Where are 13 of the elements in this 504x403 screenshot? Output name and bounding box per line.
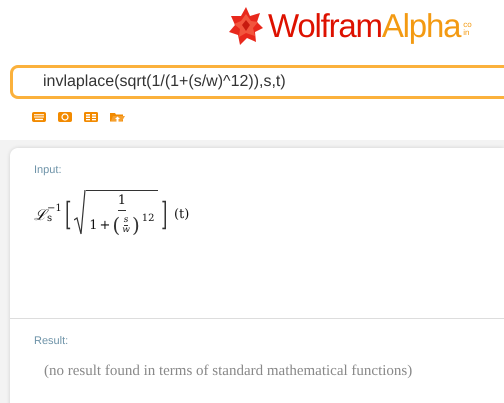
tagline-text: in xyxy=(463,29,470,37)
tagline-text: co xyxy=(463,21,472,29)
search-field[interactable]: invlaplace(sqrt(1/(1+(s/w)^12)),s,t) xyxy=(10,65,504,99)
logo-wordmark: Wolfram xyxy=(268,7,382,45)
result-text: (no result found in terms of standard mathematical functions) xyxy=(44,363,412,380)
pod-title: Result: xyxy=(34,335,68,347)
logo-star-icon xyxy=(229,7,263,45)
camera-icon[interactable] xyxy=(58,112,72,122)
folder-icon[interactable] xyxy=(110,111,125,123)
logo-wordmark: Alpha xyxy=(382,7,460,45)
table-icon[interactable] xyxy=(84,112,98,122)
keyboard-icon[interactable] xyxy=(32,112,46,122)
pod-title: Input: xyxy=(34,164,62,176)
